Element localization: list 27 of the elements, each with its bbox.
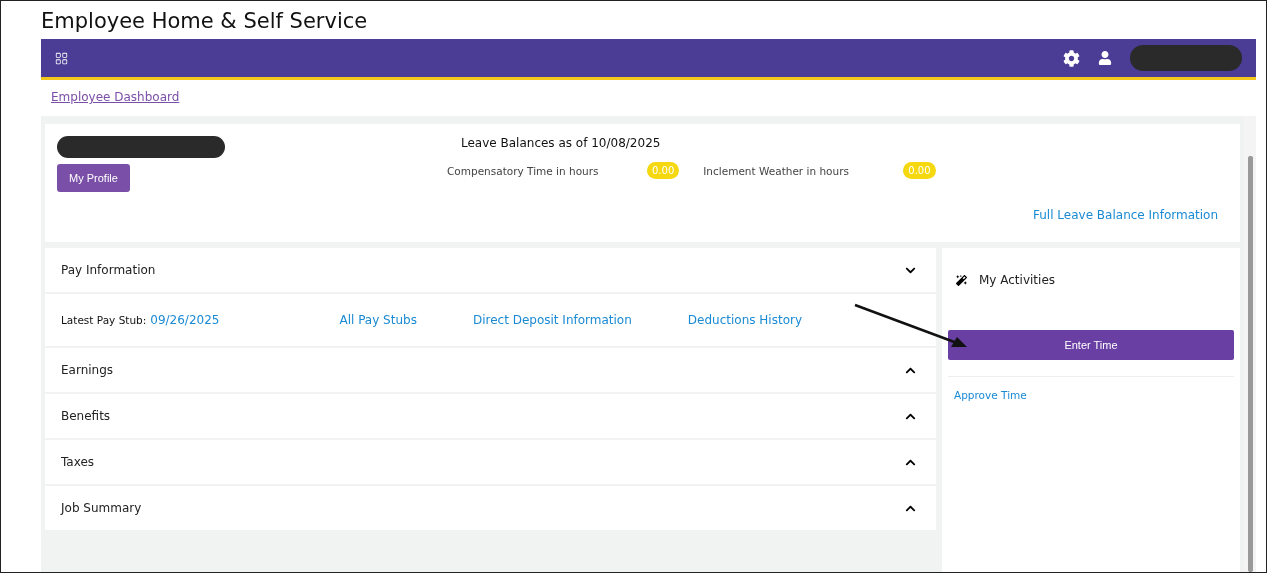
section-header[interactable]: Benefits [45, 394, 936, 438]
enter-time-button[interactable]: Enter Time [948, 330, 1234, 360]
balance-value: 0.00 [647, 162, 680, 179]
pay-link[interactable]: Direct Deposit Information [472, 313, 632, 327]
balance-label: Compensatory Time in hours [447, 164, 600, 177]
my-profile-button[interactable]: My Profile [57, 164, 130, 192]
window-title: Employee Home & Self Service [41, 9, 369, 33]
pay-link[interactable]: Deductions History [687, 313, 802, 327]
section-header[interactable]: Taxes [45, 440, 936, 484]
balance-value: 0.00 [903, 162, 936, 179]
latest-pay-stub-label: Latest Pay Stub: [61, 314, 147, 326]
grid-menu-icon[interactable] [55, 51, 68, 65]
magic-wand-icon [956, 274, 967, 286]
full-leave-balance-link[interactable]: Full Leave Balance Information [1033, 208, 1218, 222]
section-header[interactable]: Pay Information [45, 248, 936, 292]
activities-title: My Activities [979, 273, 1055, 287]
settings-icon[interactable] [1063, 49, 1080, 67]
pay-stub-date-link[interactable]: 09/26/2025 [150, 313, 220, 327]
leave-balances-title: Leave Balances as of 10/08/2025 [461, 136, 662, 150]
scrollbar[interactable] [1244, 116, 1256, 572]
balance-label: Inclement Weather in hours [703, 164, 850, 177]
user-icon[interactable] [1098, 51, 1112, 65]
pay-link[interactable]: All Pay Stubs [339, 313, 417, 327]
section-header[interactable]: Job Summary [45, 486, 936, 530]
section-header[interactable]: Earnings [45, 348, 936, 392]
approve-time-link[interactable]: Approve Time [948, 376, 1234, 413]
breadcrumb-link[interactable]: Employee Dashboard [51, 90, 180, 104]
